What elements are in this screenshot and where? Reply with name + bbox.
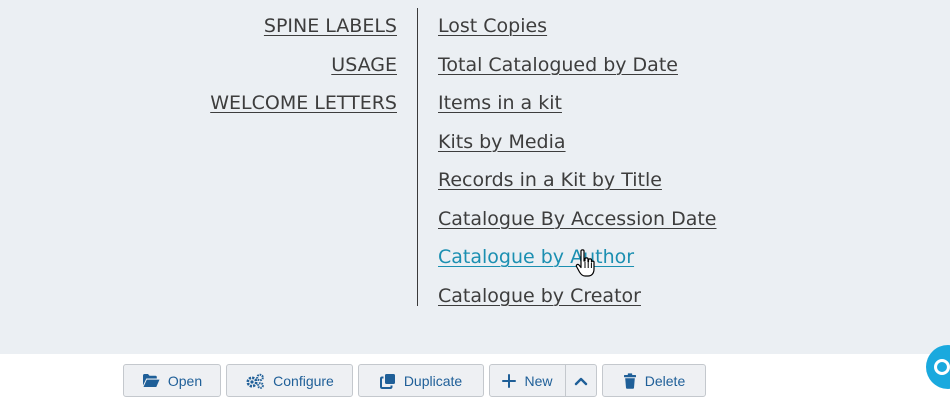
report-link-catalogue-by-author[interactable]: Catalogue by Author [438, 239, 918, 278]
report-link-catalogue-by-accession-date[interactable]: Catalogue By Accession Date [438, 201, 918, 240]
report-link-total-catalogued-by-date[interactable]: Total Catalogued by Date [438, 47, 918, 86]
gears-icon [246, 373, 265, 389]
duplicate-button[interactable]: Duplicate [358, 364, 484, 397]
new-button-label: New [524, 372, 553, 389]
open-button[interactable]: Open [123, 364, 221, 397]
chevron-up-icon [574, 377, 588, 385]
report-category-list: SPINE LABELS USAGE WELCOME LETTERS [0, 8, 397, 124]
duplicate-button-label: Duplicate [403, 372, 463, 389]
reports-panel: SPINE LABELS USAGE WELCOME LETTERS Lost … [0, 0, 950, 354]
folder-open-icon [142, 374, 160, 387]
report-link-spine-labels[interactable]: SPINE LABELS [0, 8, 397, 47]
configure-button-label: Configure [273, 372, 334, 389]
delete-button[interactable]: Delete [602, 364, 706, 397]
action-toolbar: Open Configure Duplicate New Delete [0, 354, 950, 399]
plus-icon [502, 373, 517, 388]
open-button-label: Open [167, 372, 203, 389]
new-options-toggle[interactable] [565, 364, 597, 397]
report-link-lost-copies[interactable]: Lost Copies [438, 8, 918, 47]
configure-button[interactable]: Configure [226, 364, 353, 397]
copy-icon [379, 373, 395, 389]
new-button[interactable]: New [489, 364, 566, 397]
report-link-catalogue-by-creator[interactable]: Catalogue by Creator [438, 278, 918, 317]
report-link-welcome-letters[interactable]: WELCOME LETTERS [0, 85, 397, 124]
report-link-kits-by-media[interactable]: Kits by Media [438, 124, 918, 163]
delete-button-label: Delete [644, 372, 686, 389]
report-link-records-in-a-kit-by-title[interactable]: Records in a Kit by Title [438, 162, 918, 201]
column-divider [417, 8, 418, 306]
hand-pointer-icon [575, 249, 595, 277]
report-list: Lost Copies Total Catalogued by Date Ite… [438, 8, 918, 316]
trash-icon [623, 372, 636, 389]
help-icon [934, 359, 950, 375]
report-link-items-in-a-kit[interactable]: Items in a kit [438, 85, 918, 124]
report-link-usage[interactable]: USAGE [0, 47, 397, 86]
